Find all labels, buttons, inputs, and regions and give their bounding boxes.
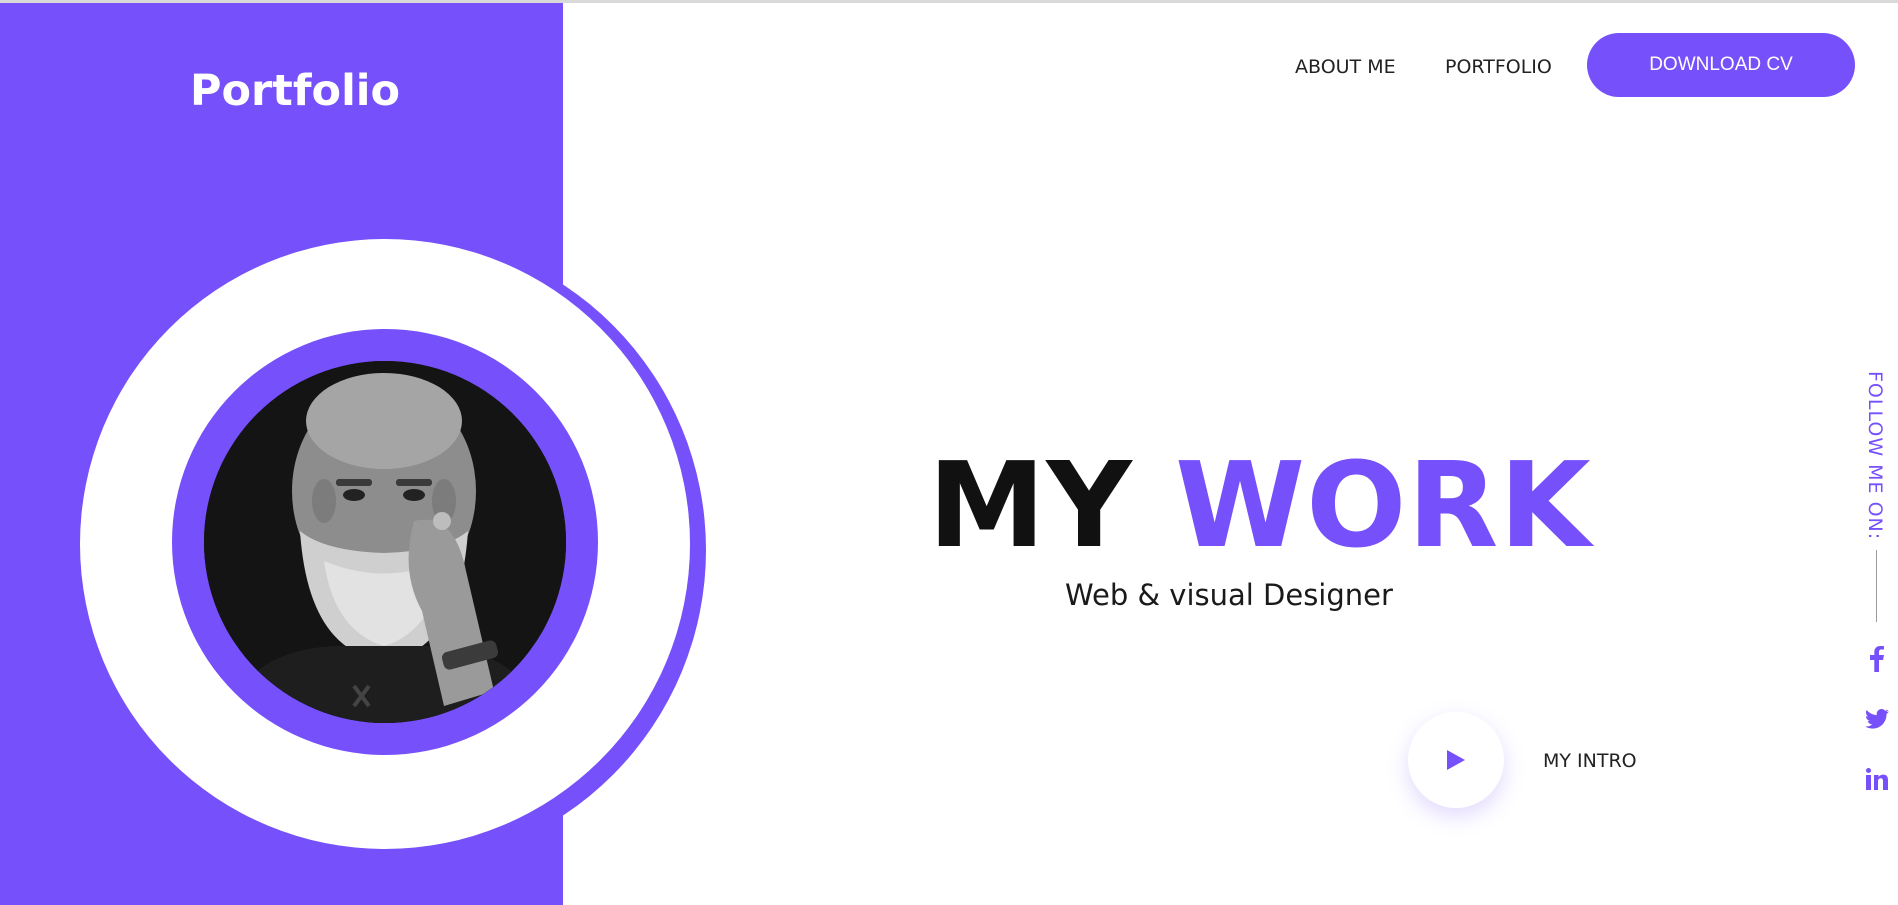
linkedin-icon[interactable]	[1862, 764, 1892, 794]
download-cv-button[interactable]: DOWNLOAD CV	[1587, 33, 1855, 97]
hero-title-part1: MY	[928, 436, 1133, 574]
hero-title-part2: WORK	[1174, 436, 1592, 574]
play-intro-button[interactable]	[1408, 712, 1504, 808]
hero-subtitle: Web & visual Designer	[1065, 578, 1393, 612]
logo[interactable]: Portfolio	[190, 66, 400, 116]
nav-link-about-me[interactable]: ABOUT ME	[1295, 56, 1396, 78]
follow-divider	[1876, 550, 1877, 622]
facebook-icon[interactable]	[1862, 644, 1892, 674]
twitter-icon[interactable]	[1862, 704, 1892, 734]
profile-photo	[204, 361, 566, 723]
hero-title: MY WORK	[928, 446, 1592, 564]
intro-label[interactable]: MY INTRO	[1543, 750, 1637, 772]
nav-link-portfolio[interactable]: PORTFOLIO	[1445, 56, 1552, 78]
play-icon	[1447, 750, 1465, 770]
follow-me-label: FOLLOW ME ON:	[1864, 371, 1886, 541]
top-border	[0, 0, 1898, 3]
